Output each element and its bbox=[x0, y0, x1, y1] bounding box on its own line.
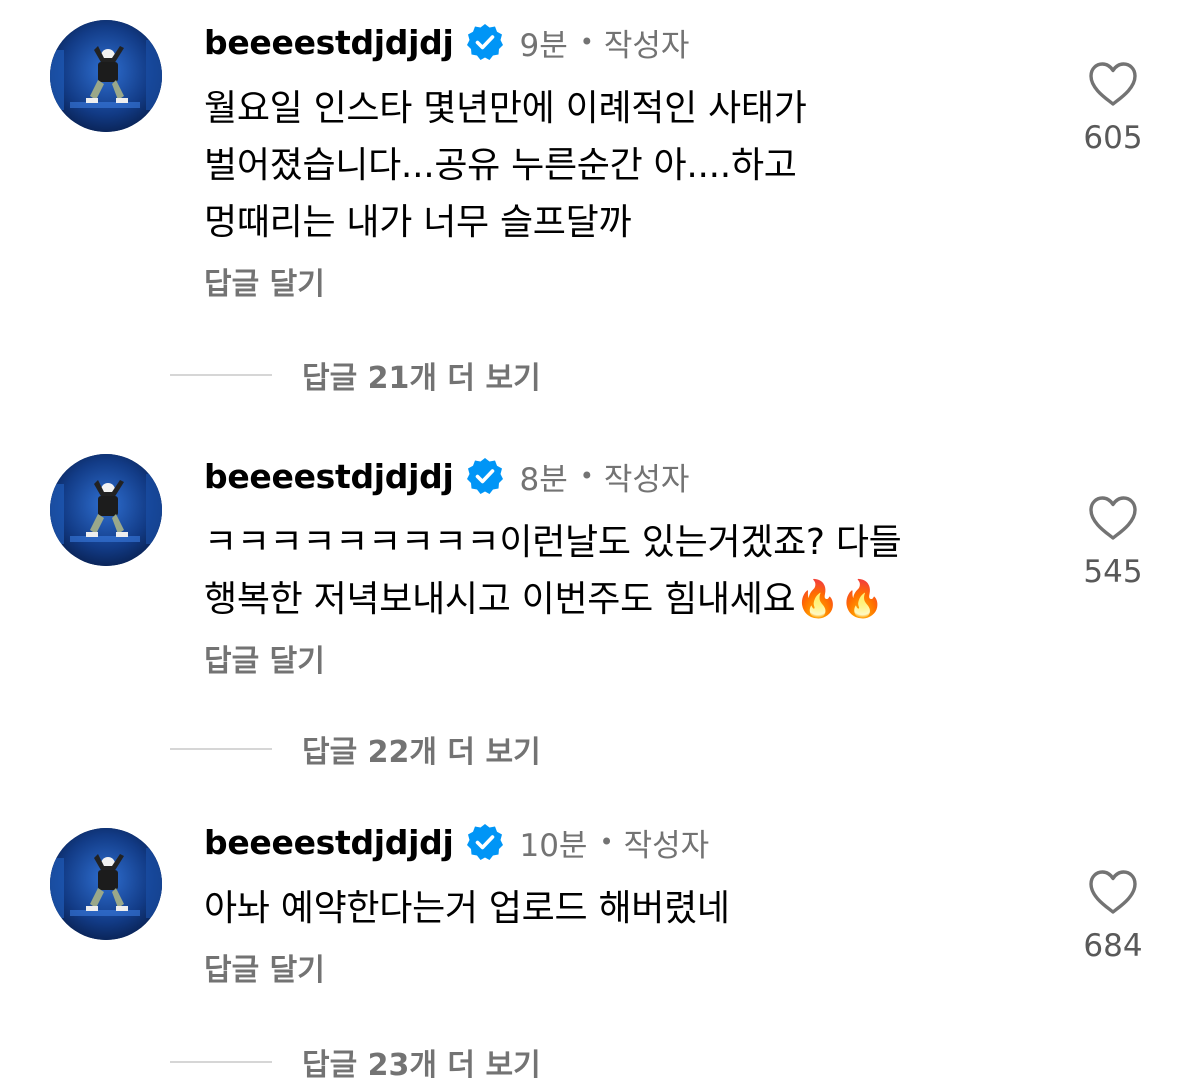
verified-badge-icon bbox=[465, 822, 505, 862]
meta-separator: • bbox=[579, 28, 594, 56]
avatar[interactable] bbox=[50, 454, 162, 566]
comment-text-line: 월요일 인스타 몇년만에 이례적인 사태가 bbox=[204, 88, 807, 129]
like-count: 545 bbox=[1083, 554, 1143, 590]
username[interactable]: beeeestdjdjdj bbox=[204, 457, 454, 496]
view-more-replies[interactable]: 답글 22개 더 보기 bbox=[170, 727, 541, 771]
meta-separator: • bbox=[579, 462, 594, 490]
username[interactable]: beeeestdjdjdj bbox=[204, 23, 454, 62]
like-count: 605 bbox=[1083, 120, 1143, 156]
divider-line bbox=[170, 1061, 272, 1063]
avatar[interactable] bbox=[50, 828, 162, 940]
author-label: 작성자 bbox=[603, 461, 690, 498]
comment-text-line: 벌어졌습니다...공유 누른순간 아....하고 bbox=[204, 145, 797, 186]
comment-text: ㅋㅋㅋㅋㅋㅋㅋㅋㅋ이런날도 있는거겠죠? 다들 행복한 저녁보내시고 이번주도 … bbox=[204, 514, 1024, 628]
author-label: 작성자 bbox=[623, 827, 710, 864]
view-more-replies-label: 답글 22개 더 보기 bbox=[302, 735, 541, 770]
like-area: 545 bbox=[1075, 494, 1151, 590]
comment-meta: beeeestdjdjdj 9분 • 작성자 bbox=[204, 20, 1024, 64]
heart-outline-icon[interactable] bbox=[1087, 868, 1139, 916]
comment-time: 8분 bbox=[519, 461, 568, 498]
heart-outline-icon[interactable] bbox=[1087, 494, 1139, 542]
view-more-replies-label: 답글 23개 더 보기 bbox=[302, 1048, 541, 1083]
comment-text-line: 멍때리는 내가 너무 슬프달까 bbox=[204, 202, 632, 243]
comment-time: 10분 bbox=[519, 827, 588, 864]
comment-text-line: ㅋㅋㅋㅋㅋㅋㅋㅋㅋ이런날도 있는거겠죠? 다들 bbox=[204, 522, 902, 563]
divider-line bbox=[170, 374, 272, 376]
comment-time: 9분 bbox=[519, 27, 568, 64]
reply-button[interactable]: 답글 달기 bbox=[204, 259, 325, 303]
author-label: 작성자 bbox=[603, 27, 690, 64]
like-area: 605 bbox=[1075, 60, 1151, 156]
comment-meta: beeeestdjdjdj 8분 • 작성자 bbox=[204, 454, 1024, 498]
comment-text-line: 행복한 저녁보내시고 이번주도 힘내세요🔥🔥 bbox=[204, 579, 885, 620]
comment-body: beeeestdjdjdj 9분 • 작성자 월요일 인스타 몇년만에 이례적인… bbox=[204, 20, 1024, 303]
avatar[interactable] bbox=[50, 20, 162, 132]
view-more-replies[interactable]: 답글 21개 더 보기 bbox=[170, 353, 541, 397]
comment-meta: beeeestdjdjdj 10분 • 작성자 bbox=[204, 820, 1024, 864]
comment-text-line: 아놔 예약한다는거 업로드 해버렸네 bbox=[204, 888, 730, 929]
like-area: 684 bbox=[1075, 868, 1151, 964]
comment-text: 월요일 인스타 몇년만에 이례적인 사태가 벌어졌습니다...공유 누른순간 아… bbox=[204, 80, 1024, 251]
view-more-replies[interactable]: 답글 23개 더 보기 bbox=[170, 1040, 541, 1084]
username[interactable]: beeeestdjdjdj bbox=[204, 823, 454, 862]
comment-body: beeeestdjdjdj 10분 • 작성자 아놔 예약한다는거 업로드 해버… bbox=[204, 820, 1024, 989]
like-count: 684 bbox=[1083, 928, 1143, 964]
meta-separator: • bbox=[599, 828, 614, 856]
heart-outline-icon[interactable] bbox=[1087, 60, 1139, 108]
verified-badge-icon bbox=[465, 22, 505, 62]
reply-button[interactable]: 답글 달기 bbox=[204, 945, 325, 989]
divider-line bbox=[170, 748, 272, 750]
verified-badge-icon bbox=[465, 456, 505, 496]
reply-button[interactable]: 답글 달기 bbox=[204, 636, 325, 680]
comment-body: beeeestdjdjdj 8분 • 작성자 ㅋㅋㅋㅋㅋㅋㅋㅋㅋ이런날도 있는거… bbox=[204, 454, 1024, 680]
comment-text: 아놔 예약한다는거 업로드 해버렸네 bbox=[204, 880, 1024, 937]
view-more-replies-label: 답글 21개 더 보기 bbox=[302, 361, 541, 396]
